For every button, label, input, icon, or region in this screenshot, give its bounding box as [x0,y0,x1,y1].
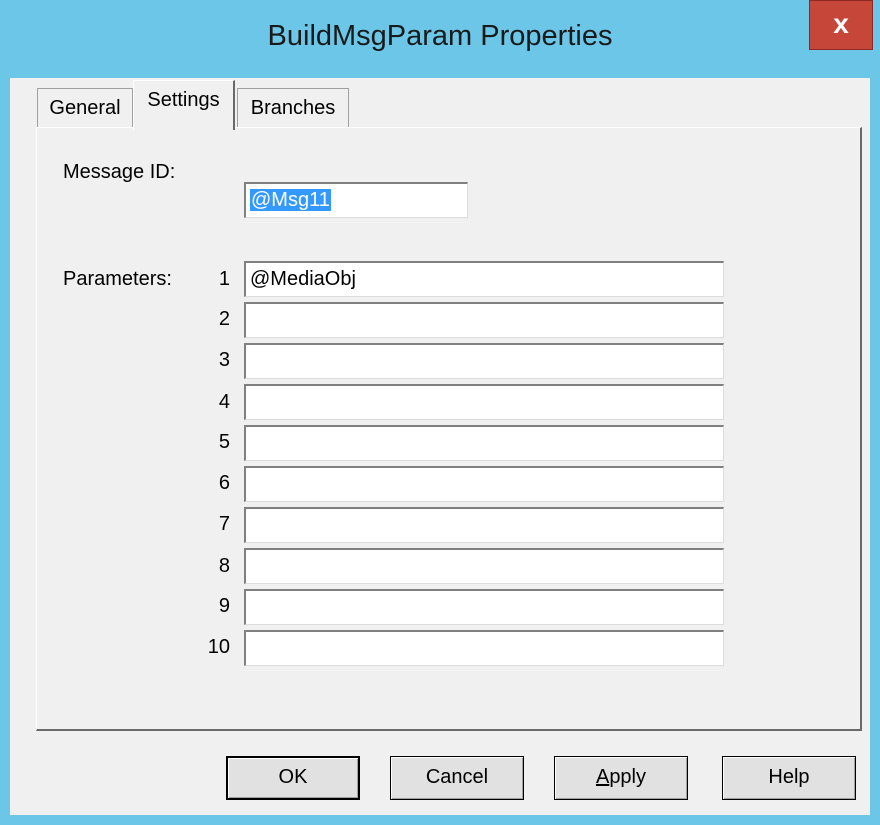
param-3-number: 3 [218,349,230,371]
param-6-number: 6 [218,472,230,494]
param-6-field[interactable] [244,466,724,502]
close-icon: x [833,8,849,39]
message-id-value: @Msg11 [250,189,331,211]
cancel-button[interactable]: Cancel [390,756,524,800]
message-id-field[interactable]: @Msg11 [244,182,468,218]
apply-accelerator: A [595,766,610,788]
message-id-label: Message ID: [63,161,176,183]
tab-general[interactable]: General [37,88,133,128]
param-2-field[interactable] [244,302,724,338]
help-button[interactable]: Help [722,756,856,800]
parameters-label: Parameters: [63,268,172,290]
param-1-number: 1 [218,268,230,290]
dialog-client-area: General Settings Branches Message ID: @M… [10,78,870,815]
param-2-number: 2 [218,308,230,330]
properties-dialog: BuildMsgParam Properties x General Setti… [0,0,880,825]
settings-panel: Message ID: @Msg11 Parameters: 1 @MediaO… [36,127,862,731]
param-9-number: 9 [218,595,230,617]
param-7-field[interactable] [244,507,724,543]
param-1-field[interactable]: @MediaObj [244,261,724,297]
title-bar[interactable]: BuildMsgParam Properties x [0,0,880,78]
param-5-number: 5 [218,431,230,453]
param-10-number: 10 [207,636,230,658]
tab-settings[interactable]: Settings [133,80,235,130]
param-7-number: 7 [218,513,230,535]
tab-strip: General Settings Branches [10,78,870,130]
param-4-field[interactable] [244,384,724,420]
close-button[interactable]: x [809,0,873,50]
apply-button[interactable]: Apply [554,756,688,800]
window-title: BuildMsgParam Properties [267,20,613,52]
ok-button[interactable]: OK [226,756,360,800]
param-3-field[interactable] [244,343,724,379]
tab-branches[interactable]: Branches [237,88,349,128]
apply-label: pply [609,766,647,788]
param-8-number: 8 [218,555,230,577]
param-9-field[interactable] [244,589,724,625]
param-10-field[interactable] [244,630,724,666]
param-4-number: 4 [218,391,230,413]
param-5-field[interactable] [244,425,724,461]
param-8-field[interactable] [244,548,724,584]
